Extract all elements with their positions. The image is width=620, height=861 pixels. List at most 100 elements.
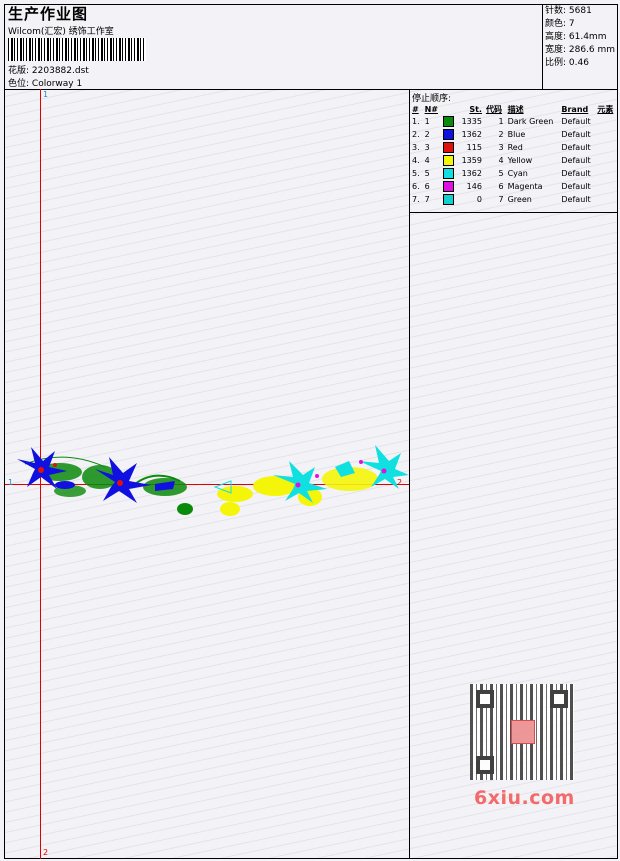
table-header-row: # N# St. 代码 描述 Brand 元素 <box>410 103 617 115</box>
row-code: 5 <box>498 169 504 178</box>
row-n: 6 <box>424 182 430 191</box>
row-n: 4 <box>424 156 430 165</box>
barcode <box>8 38 146 61</box>
color-swatch <box>443 116 455 127</box>
qr-finder <box>476 690 494 708</box>
row-element <box>595 141 617 154</box>
row-index: 2. <box>412 130 420 139</box>
row-swatch <box>441 180 457 193</box>
row-stitches: 0 <box>476 195 482 204</box>
design-width: 宽度: 286.6 mm <box>545 45 616 55</box>
row-swatch <box>441 154 457 167</box>
row-element <box>595 167 617 180</box>
table-row: 5. 5 1362 5 Cyan Default <box>410 167 617 180</box>
row-stitches: 1362 <box>461 130 482 139</box>
col-code: 代码 <box>485 104 502 114</box>
row-stitches: 115 <box>466 143 482 152</box>
row-index: 3. <box>412 143 420 152</box>
row-element <box>595 154 617 167</box>
company-name: Wilcom(汇宏) 绣饰工作室 <box>8 27 114 37</box>
row-n: 1 <box>424 117 430 126</box>
color-swatch <box>443 194 455 205</box>
sequence-table: # N# St. 代码 描述 Brand 元素 1. 1 1335 1 Dark Gre… <box>410 103 617 206</box>
row-brand: Default <box>561 117 591 126</box>
col-brand: Brand <box>561 104 589 114</box>
row-brand: Default <box>561 169 591 178</box>
row-element <box>595 115 617 128</box>
qr-finder <box>550 690 568 708</box>
row-desc: Cyan <box>507 169 528 178</box>
row-index: 4. <box>412 156 420 165</box>
color-swatch <box>443 155 455 166</box>
row-code: 3 <box>498 143 504 152</box>
stitch-count: 针数: 5681 <box>545 6 592 16</box>
file-value: 2203882.dst <box>31 66 89 76</box>
colorway-label: 色位: <box>8 79 30 89</box>
header: 生产作业图 Wilcom(汇宏) 绣饰工作室 花版: 2203882.dst 色… <box>5 5 617 90</box>
row-element <box>595 193 617 206</box>
file-label: 花版: <box>8 66 30 76</box>
color-swatch <box>443 142 455 153</box>
page-title: 生产作业图 <box>8 5 89 23</box>
stats-box: 针数: 5681 颜色: 7 高度: 61.4mm 宽度: 286.6 mm 比… <box>542 5 618 89</box>
row-stitches: 146 <box>466 182 482 191</box>
row-desc: Green <box>507 195 532 204</box>
row-desc: Red <box>507 143 523 152</box>
row-element <box>595 128 617 141</box>
row-swatch <box>441 167 457 180</box>
row-n: 7 <box>424 195 430 204</box>
design-height: 高度: 61.4mm <box>545 32 607 42</box>
row-swatch <box>441 115 457 128</box>
colorway-row: 色位: Colorway 1 <box>8 76 82 89</box>
color-swatch <box>443 181 455 192</box>
row-desc: Blue <box>507 130 526 139</box>
row-n: 5 <box>424 169 430 178</box>
col-index: # <box>412 104 419 114</box>
row-index: 5. <box>412 169 420 178</box>
color-swatch <box>443 168 455 179</box>
table-row: 1. 1 1335 1 Dark Green Default <box>410 115 617 128</box>
row-element <box>595 180 617 193</box>
row-index: 7. <box>412 195 420 204</box>
watermark-text: 6xiu.com <box>474 787 575 809</box>
row-desc: Magenta <box>507 182 543 191</box>
row-stitches: 1362 <box>461 169 482 178</box>
color-count: 颜色: 7 <box>545 19 575 29</box>
row-index: 1. <box>412 117 420 126</box>
table-row: 3. 3 115 3 Red Default <box>410 141 617 154</box>
row-brand: Default <box>561 130 591 139</box>
table-row: 7. 7 0 7 Green Default <box>410 193 617 206</box>
row-swatch <box>441 128 457 141</box>
row-code: 1 <box>498 117 504 126</box>
row-swatch <box>441 141 457 154</box>
qr-code-watermark <box>470 684 574 780</box>
row-n: 3 <box>424 143 430 152</box>
row-brand: Default <box>561 195 591 204</box>
colorway-value: Colorway 1 <box>31 79 83 89</box>
design-scale: 比例: 0.46 <box>545 58 589 68</box>
row-code: 6 <box>498 182 504 191</box>
row-stitches: 1359 <box>461 156 482 165</box>
col-element: 元素 <box>597 104 614 114</box>
row-index: 6. <box>412 182 420 191</box>
row-code: 7 <box>498 195 504 204</box>
table-bottom-border <box>410 212 617 213</box>
row-brand: Default <box>561 156 591 165</box>
row-swatch <box>441 193 457 206</box>
embroidery-design <box>17 445 409 516</box>
table-row: 2. 2 1362 2 Blue Default <box>410 128 617 141</box>
qr-finder <box>476 756 494 774</box>
color-swatch <box>443 129 455 140</box>
qr-logo <box>511 720 535 744</box>
row-stitches: 1335 <box>461 117 482 126</box>
col-stitches: St. <box>469 104 482 114</box>
row-code: 2 <box>498 130 504 139</box>
row-desc: Dark Green <box>507 117 554 126</box>
row-n: 2 <box>424 130 430 139</box>
col-desc: 描述 <box>507 104 524 114</box>
col-n: N# <box>424 104 438 114</box>
table-row: 6. 6 146 6 Magenta Default <box>410 180 617 193</box>
row-desc: Yellow <box>507 156 533 165</box>
table-row: 4. 4 1359 4 Yellow Default <box>410 154 617 167</box>
design-canvas[interactable]: 1 2 1 2 <box>5 89 410 859</box>
